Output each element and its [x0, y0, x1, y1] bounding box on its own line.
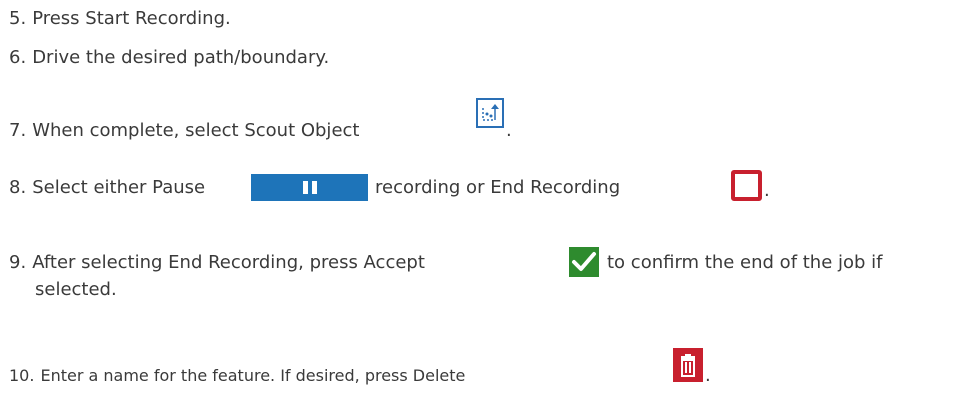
step-number: 9. — [9, 252, 27, 273]
step-text: Drive the desired path/boundary. — [32, 47, 330, 68]
step-10: 10. Enter a name for the feature. If desi… — [9, 362, 465, 390]
accept-button[interactable] — [569, 247, 599, 277]
pause-icon — [311, 181, 317, 194]
scout-object-icon[interactable] — [476, 98, 504, 128]
pause-icon — [302, 181, 308, 194]
end-recording-button[interactable] — [731, 170, 762, 201]
step-number: 6. — [9, 47, 27, 68]
checkmark-icon — [572, 252, 596, 271]
step-7: 7. When complete, select Scout Object — [9, 117, 359, 145]
delete-button[interactable] — [673, 348, 703, 382]
step-8-middle-text: recording or End Recording — [375, 177, 621, 198]
step-7-period: . — [506, 120, 512, 141]
step-6: 6. Drive the desired path/boundary. — [9, 44, 329, 72]
step-9-after-text: to confirm the end of the job if — [607, 252, 883, 273]
step-number: 5. — [9, 8, 27, 29]
step-text: When complete, select Scout Object — [32, 120, 360, 141]
step-number: 10. — [9, 366, 35, 385]
step-10-period: . — [705, 365, 711, 386]
step-9: 9. After selecting End Recording, press A… — [9, 249, 425, 277]
step-5: 5. Press Start Recording. — [9, 5, 231, 33]
step-8: 8. Select either Pause — [9, 174, 205, 202]
pause-button[interactable] — [251, 174, 368, 201]
step-text: After selecting End Recording, press Acc… — [32, 252, 425, 273]
step-text: Press Start Recording. — [32, 8, 231, 29]
step-8-period: . — [764, 180, 770, 201]
step-text: Enter a name for the feature. If desired… — [40, 366, 466, 385]
trash-icon — [681, 354, 695, 377]
step-number: 7. — [9, 120, 27, 141]
step-text: Select either Pause — [32, 177, 206, 198]
step-9-line2: selected. — [35, 279, 117, 300]
step-number: 8. — [9, 177, 27, 198]
